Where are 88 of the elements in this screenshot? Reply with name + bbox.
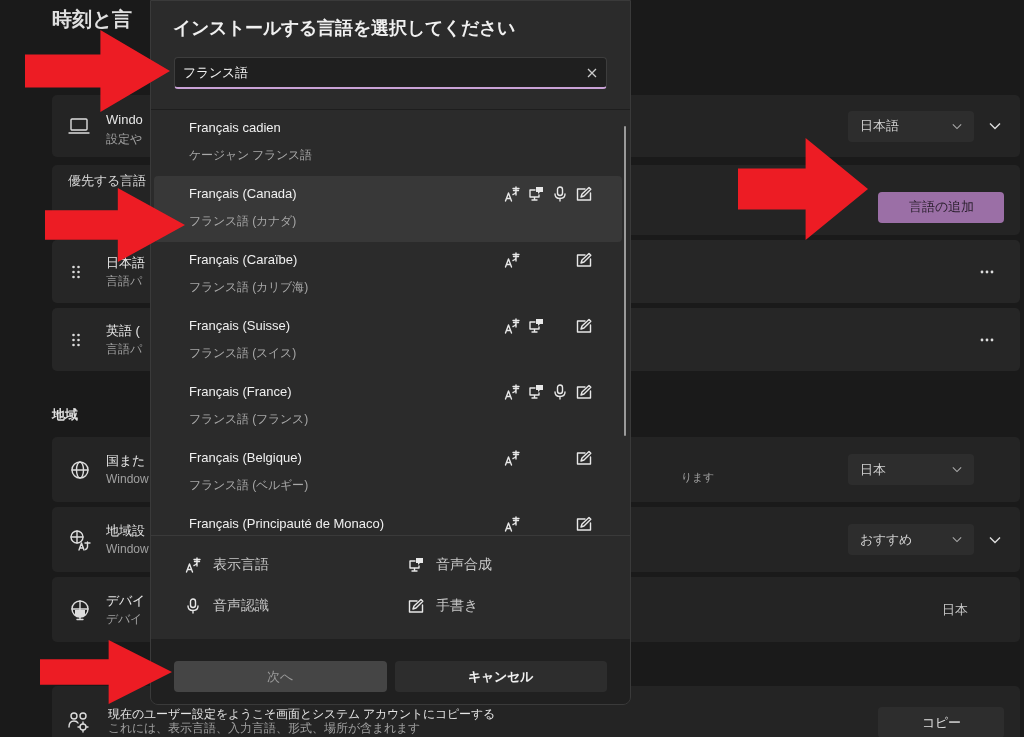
microphone-icon (185, 597, 201, 614)
language-name: 英語 ( (106, 321, 141, 340)
dropdown[interactable]: おすすめ (848, 524, 974, 555)
setting-description: これには、表示言語、入力言語、形式、場所が含まれます (108, 721, 421, 735)
drag-handle-icon[interactable] (72, 332, 80, 347)
setting-note: ります (680, 470, 714, 486)
drag-handle-icon[interactable] (72, 264, 80, 279)
chevron-down-icon (952, 536, 962, 543)
search-field[interactable]: フランス語 (174, 57, 607, 89)
more-options-icon[interactable] (980, 337, 994, 342)
language-option[interactable]: Français (Caraïbe) フランス語 (カリブ海) (154, 242, 622, 308)
display-language-icon (504, 318, 520, 334)
display-language-icon (504, 516, 520, 532)
setting-title: デバイ (106, 591, 145, 610)
handwriting-icon (576, 516, 592, 532)
section-header: 地域 (52, 406, 78, 424)
setting-description: デバイ (106, 611, 143, 629)
display-language-icon (504, 384, 520, 400)
clear-icon[interactable] (587, 68, 597, 78)
dropdown[interactable]: 日本 (848, 454, 974, 485)
handwriting-icon (576, 450, 592, 466)
speech-synthesis-icon (528, 318, 544, 334)
language-native-name: フランス語 (フランス) (189, 410, 309, 428)
legend-label: 手書き (435, 596, 478, 615)
language-name: Français (Suisse) (189, 317, 292, 335)
setting-title: Windo (106, 111, 143, 130)
dropdown[interactable]: 日本語 (848, 110, 974, 142)
section-title: 優先する言語 (68, 172, 146, 190)
chevron-down-icon (989, 535, 1001, 544)
handwriting-icon (576, 186, 592, 202)
setting-description: Window (106, 541, 149, 559)
chevron-down-icon (952, 122, 962, 130)
setting-title: 現在のユーザー設定をようこそ画面とシステム アカウントにコピーする (108, 707, 496, 721)
legend-label: 表示言語 (213, 555, 269, 574)
page-title: 時刻と言 (52, 7, 132, 32)
speech-synthesis-icon (528, 186, 544, 202)
globe-icon (70, 459, 90, 480)
microphone-icon (552, 384, 568, 400)
setting-value: 日本 (942, 600, 968, 619)
chevron-down-icon (989, 122, 1001, 130)
handwriting-icon (576, 318, 592, 334)
language-native-name: フランス語 (スイス) (189, 344, 297, 362)
chevron-down-icon (952, 466, 962, 473)
laptop-icon (68, 118, 90, 134)
add-language-button[interactable]: 言語の追加 (878, 191, 1004, 223)
speech-synthesis-icon (407, 556, 424, 573)
language-name: Français (Caraïbe) (189, 251, 299, 269)
display-language-icon (504, 252, 520, 268)
language-description: 言語パ (106, 341, 142, 359)
language-name: Français cadien (189, 119, 282, 137)
globe-monitor-icon (69, 598, 91, 621)
language-description: 言語パ (106, 273, 143, 291)
speech-synthesis-icon (528, 384, 544, 400)
language-native-name: ケージャン フランス語 (189, 146, 313, 164)
language-option[interactable]: Français (Canada) フランス語 (カナダ) (154, 176, 622, 242)
dialog-title: インストールする言語を選択してください (172, 17, 516, 40)
language-name: Français (Canada) (189, 185, 297, 203)
language-native-name: フランス語 (カナダ) (189, 212, 297, 230)
setting-title: 国また (106, 451, 146, 470)
microphone-icon (552, 186, 568, 202)
language-option[interactable]: Français (France) フランス語 (フランス) (154, 374, 622, 440)
setting-title: 地域設 (106, 521, 146, 540)
display-language-icon (504, 450, 520, 466)
language-name: 日本語 (106, 253, 145, 272)
language-name: Français (Principauté de Monaco) (189, 515, 385, 533)
users-settings-icon (68, 711, 90, 733)
setting-description: 設定や (106, 130, 143, 148)
language-option[interactable]: Français cadien ケージャン フランス語 (154, 110, 622, 176)
scrollbar[interactable] (624, 126, 626, 436)
handwriting-icon (576, 252, 592, 268)
more-options-icon[interactable] (980, 269, 994, 274)
display-language-icon (185, 556, 201, 573)
language-name: Français (France) (189, 383, 293, 401)
language-option[interactable]: Français (Belgique) フランス語 (ベルギー) (154, 440, 622, 506)
legend-label: 音声合成 (435, 555, 492, 574)
region-format-icon (69, 528, 91, 551)
copy-button[interactable]: コピー (878, 707, 1004, 737)
language-native-name: フランス語 (カリブ海) (189, 278, 309, 296)
display-language-icon (504, 186, 520, 202)
setting-description: Window (106, 471, 149, 489)
language-option[interactable]: Français (Suisse) フランス語 (スイス) (154, 308, 622, 374)
dialog-button[interactable]: キャンセル (394, 661, 607, 692)
handwriting-icon (407, 597, 424, 614)
language-option[interactable]: Français (Principauté de Monaco) (154, 506, 622, 535)
handwriting-icon (576, 384, 592, 400)
language-native-name: フランス語 (ベルギー) (189, 476, 309, 494)
language-name: Français (Belgique) (189, 449, 303, 467)
legend-label: 音声認識 (213, 596, 269, 615)
